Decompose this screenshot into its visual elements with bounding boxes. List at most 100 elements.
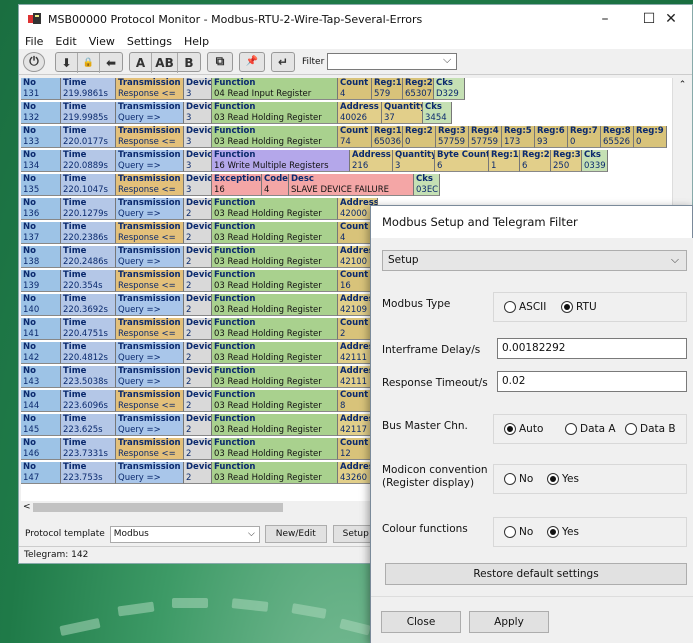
filter-dropdown[interactable] (327, 53, 458, 70)
cell-no-header: No (23, 294, 36, 304)
radio-auto-label: Auto (519, 423, 544, 435)
new-edit-button[interactable]: New/Edit (264, 525, 327, 543)
close-window-button[interactable]: ✕ (648, 5, 693, 33)
scroll-up-icon[interactable]: ⌃ (673, 78, 692, 92)
radio-auto[interactable]: Auto (504, 423, 543, 435)
cell-reg-2-header: Reg:2 (405, 126, 433, 136)
cell-function-value: 03 Read Holding Register (214, 425, 322, 435)
cell-reg-2: Reg:2 0 (403, 126, 436, 148)
cell-reg-9-value: 0 (636, 137, 642, 147)
cell-transmission-value: Query => (118, 113, 161, 123)
menu-help[interactable]: Help (178, 35, 215, 48)
power-icon[interactable]: ⏻ (23, 51, 45, 72)
cell-device: Device2 (184, 318, 212, 340)
cell-transmission-header: Transmission (118, 126, 181, 136)
menu-file[interactable]: File (19, 35, 49, 48)
interframe-delay-input[interactable]: 0.00182292 (497, 338, 687, 359)
cell-transmission-value: Query => (118, 425, 161, 435)
copy-icon[interactable]: ⧉ (207, 51, 233, 72)
cell-device: Device3 (184, 102, 212, 124)
radio-modicon-no-label: No (519, 473, 534, 485)
cell-reg-2-value: 0 (405, 137, 411, 147)
minimize-button[interactable]: – (582, 5, 628, 33)
channel-a-button[interactable]: A (130, 52, 152, 73)
cell-time-header: Time (63, 438, 87, 448)
cell-device-header: Device (186, 150, 212, 160)
cell-exception: Exception 16 (212, 174, 262, 196)
lock-icon[interactable]: 🔒 (78, 52, 100, 73)
menu-edit[interactable]: Edit (49, 35, 82, 48)
restore-defaults-button[interactable]: Restore default settings (385, 563, 687, 585)
radio-data-b-dot (625, 423, 637, 435)
scroll-left-icon[interactable]: < (23, 501, 31, 514)
enter-icon[interactable]: ↵ (271, 51, 295, 72)
cell-no-value: 140 (23, 305, 40, 315)
cell-time-value: 223.5038s (63, 377, 108, 387)
cell-count: Count 4 (338, 78, 372, 100)
cell-time: Time 223.7331s (61, 438, 116, 460)
cell-reg-8: Reg:8 65526 (601, 126, 634, 148)
pin-icon[interactable]: 📌 (239, 51, 265, 72)
cell-device: Device2 (184, 462, 212, 484)
modicon-label-line1: Modicon convention (382, 464, 488, 476)
radio-modicon-yes[interactable]: Yes (547, 473, 579, 485)
cell-time-value: 223.753s (63, 473, 103, 483)
cell-function-header: Function (214, 462, 256, 472)
cell-function-value: 03 Read Holding Register (214, 353, 322, 363)
cell-reg-4-value: 57759 (471, 137, 499, 147)
cell-no: No 132 (21, 102, 61, 124)
download-icon[interactable]: ⬇ (56, 52, 78, 73)
close-button[interactable]: Close (381, 611, 461, 633)
section-select[interactable]: Setup (382, 250, 687, 271)
cell-address-header: Address (352, 150, 391, 160)
cell-transmission-value: Query => (118, 353, 161, 363)
cell-transmission-value: Response <= (118, 401, 176, 411)
template-select[interactable]: Modbus ⌵ (109, 525, 260, 543)
cell-function-header: Function (214, 318, 256, 328)
cell-time-header: Time (63, 270, 87, 280)
background-dash (59, 617, 101, 637)
cell-no: No 140 (21, 294, 61, 316)
scroll-thumb[interactable] (33, 503, 283, 512)
cell-time: Time 220.0889s (61, 150, 116, 172)
radio-colour-no[interactable]: No (504, 526, 533, 538)
cell-desc: Desc SLAVE DEVICE FAILURE (289, 174, 414, 196)
back-arrow-icon[interactable]: ⬅ (100, 53, 122, 73)
cell-transmission-header: Transmission (118, 78, 181, 88)
radio-ascii[interactable]: ASCII (504, 301, 546, 313)
radio-data-b[interactable]: Data B (625, 423, 676, 435)
cell-time-header: Time (63, 174, 87, 184)
cell-function: Function 03 Read Holding Register (212, 222, 338, 244)
apply-button[interactable]: Apply (469, 611, 549, 633)
cell-no-header: No (23, 270, 36, 280)
cell-transmission: Transmission Query => (116, 294, 184, 316)
radio-colour-yes[interactable]: Yes (547, 526, 579, 538)
modbus-type-group: ASCII RTU (493, 292, 687, 322)
cell-no-value: 139 (23, 281, 40, 291)
menu-view[interactable]: View (83, 35, 121, 48)
cell-reg-7-value: 0 (570, 137, 576, 147)
response-timeout-input[interactable]: 0.02 (497, 371, 687, 392)
channel-b-button[interactable]: B (178, 53, 200, 73)
cell-no-value: 146 (23, 449, 40, 459)
radio-rtu[interactable]: RTU (561, 301, 597, 313)
cell-cks-header: Cks (436, 78, 453, 88)
radio-modicon-no[interactable]: No (504, 473, 533, 485)
cell-reg-9: Reg:9 0 (634, 126, 667, 148)
cell-device-value: 2 (186, 329, 192, 339)
cell-device-value: 2 (186, 233, 192, 243)
cell-reg-2-header: Reg:2 (405, 78, 433, 88)
cell-no-header: No (23, 78, 36, 88)
cell-function-header: Function (214, 366, 256, 376)
cell-function-header: Function (214, 222, 256, 232)
radio-data-a[interactable]: Data A (565, 423, 616, 435)
cell-transmission-header: Transmission (118, 318, 181, 328)
cell-no-header: No (23, 198, 36, 208)
cell-reg-1-header: Reg:1 (374, 78, 402, 88)
channel-ab-button[interactable]: AB (152, 52, 178, 73)
cell-reg-1: Reg:1 1 (489, 150, 520, 172)
cell-time-header: Time (63, 150, 87, 160)
cell-function: Function 03 Read Holding Register (212, 438, 338, 460)
cell-reg-2-value: 65307 (405, 89, 433, 99)
menu-settings[interactable]: Settings (121, 35, 178, 48)
